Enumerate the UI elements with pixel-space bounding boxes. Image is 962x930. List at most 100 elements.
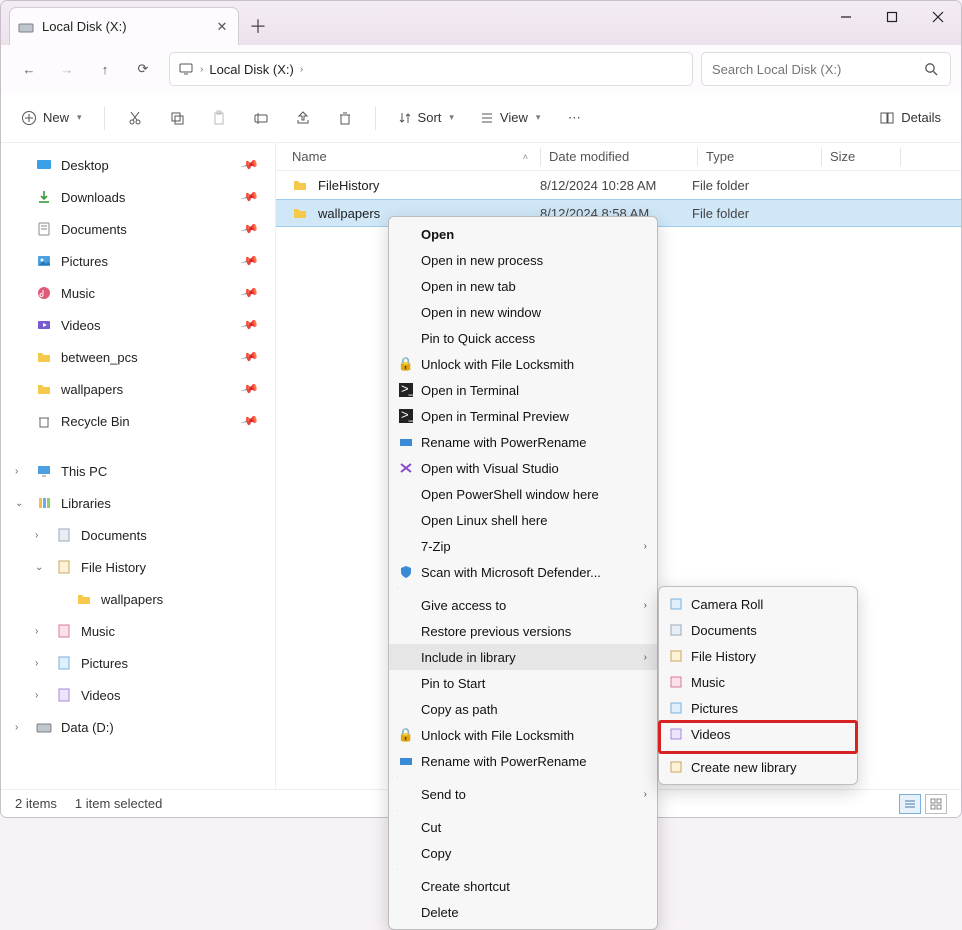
ctx-create-shortcut[interactable]: Create shortcut <box>389 873 657 899</box>
copy-button[interactable] <box>159 101 195 135</box>
column-date[interactable]: Date modified <box>549 149 697 164</box>
ctx-open-tab[interactable]: Open in new tab <box>389 273 657 299</box>
sidebar-item-libraries[interactable]: ⌄Libraries <box>1 487 275 519</box>
sidebar-item-pictures[interactable]: Pictures📌 <box>1 245 275 277</box>
close-tab-icon[interactable]: ✕ <box>214 19 230 35</box>
new-button[interactable]: New▾ <box>11 101 92 135</box>
ctx-pin-quick[interactable]: Pin to Quick access <box>389 325 657 351</box>
back-button[interactable]: ← <box>11 51 47 87</box>
ctxlib-documents[interactable]: Documents <box>659 617 857 643</box>
details-button[interactable]: Details <box>869 101 951 135</box>
ctxlib-filehistory[interactable]: File History <box>659 643 857 669</box>
ctx-open-powershell[interactable]: Open PowerShell window here <box>389 481 657 507</box>
ctx-open[interactable]: Open <box>389 221 657 247</box>
ctxlib-camera[interactable]: Camera Roll <box>659 591 857 617</box>
thumbnails-view-button[interactable] <box>925 794 947 814</box>
search-box[interactable] <box>701 52 951 86</box>
lock-icon: 🔒 <box>397 355 415 373</box>
delete-button[interactable] <box>327 101 363 135</box>
breadcrumb-segment[interactable]: Local Disk (X:) <box>209 62 294 77</box>
column-headers[interactable]: Name˄ Date modified Type Size <box>276 143 961 171</box>
sidebar-item-lib-music[interactable]: ›Music <box>1 615 275 647</box>
ctx-send-to[interactable]: Send to› <box>389 781 657 807</box>
ctxlib-videos[interactable]: Videos <box>659 721 857 747</box>
file-row[interactable]: FileHistory 8/12/2024 10:28 AM File fold… <box>276 171 961 199</box>
sidebar-item-between-pcs[interactable]: between_pcs📌 <box>1 341 275 373</box>
sidebar-item-desktop[interactable]: Desktop📌 <box>1 149 275 181</box>
forward-button[interactable]: → <box>49 51 85 87</box>
library-icon <box>667 725 685 743</box>
chevron-down-icon[interactable]: ⌄ <box>35 562 49 573</box>
paste-button[interactable] <box>201 101 237 135</box>
ctx-unlock-locksmith-2[interactable]: 🔒Unlock with File Locksmith <box>389 722 657 748</box>
ctx-unlock-locksmith[interactable]: 🔒Unlock with File Locksmith <box>389 351 657 377</box>
ctx-restore-prev[interactable]: Restore previous versions <box>389 618 657 644</box>
ctx-include-library[interactable]: Include in library› <box>389 644 657 670</box>
ctx-open-terminal-preview[interactable]: >_Open in Terminal Preview <box>389 403 657 429</box>
close-button[interactable] <box>915 1 961 33</box>
more-button[interactable]: ⋯ <box>556 101 592 135</box>
view-button[interactable]: View▾ <box>470 101 550 135</box>
rename-button[interactable] <box>243 101 279 135</box>
ctx-delete[interactable]: Delete <box>389 899 657 925</box>
ctx-rename-powerrename[interactable]: Rename with PowerRename <box>389 429 657 455</box>
new-tab-button[interactable]: ＋ <box>239 7 277 45</box>
tab-title: Local Disk (X:) <box>42 19 214 34</box>
videos-icon <box>35 316 53 334</box>
sidebar-item-documents[interactable]: Documents📌 <box>1 213 275 245</box>
folder-icon <box>292 177 312 193</box>
sidebar-item-recycle[interactable]: Recycle Bin📌 <box>1 405 275 437</box>
rename-icon <box>397 752 415 770</box>
chevron-right-icon[interactable]: › <box>35 530 49 541</box>
ctx-rename-powerrename-2[interactable]: Rename with PowerRename <box>389 748 657 774</box>
sort-button[interactable]: Sort▾ <box>388 101 464 135</box>
sidebar-item-data-d[interactable]: ›Data (D:) <box>1 711 275 743</box>
ctx-scan-defender[interactable]: Scan with Microsoft Defender... <box>389 559 657 585</box>
search-input[interactable] <box>712 62 922 77</box>
ctx-open-linux[interactable]: Open Linux shell here <box>389 507 657 533</box>
sidebar-item-lib-filehistory[interactable]: ⌄File History <box>1 551 275 583</box>
details-view-button[interactable] <box>899 794 921 814</box>
column-type[interactable]: Type <box>706 149 821 164</box>
sidebar-item-videos[interactable]: Videos📌 <box>1 309 275 341</box>
window-tab[interactable]: Local Disk (X:) ✕ <box>9 7 239 45</box>
sidebar-item-lib-pictures[interactable]: ›Pictures <box>1 647 275 679</box>
cut-button[interactable] <box>117 101 153 135</box>
library-icon <box>55 526 73 544</box>
chevron-right-icon[interactable]: › <box>15 722 29 733</box>
sidebar-item-downloads[interactable]: Downloads📌 <box>1 181 275 213</box>
up-button[interactable]: ↑ <box>87 51 123 87</box>
sidebar-item-music[interactable]: Music📌 <box>1 277 275 309</box>
ctx-open-window[interactable]: Open in new window <box>389 299 657 325</box>
ctx-pin-start[interactable]: Pin to Start <box>389 670 657 696</box>
ctx-give-access[interactable]: Give access to› <box>389 592 657 618</box>
ctx-copy-path[interactable]: Copy as path <box>389 696 657 722</box>
ctx-copy[interactable]: Copy <box>389 840 657 866</box>
chevron-right-icon[interactable]: › <box>35 690 49 701</box>
minimize-button[interactable] <box>823 1 869 33</box>
sidebar-item-lib-wallpapers[interactable]: wallpapers <box>1 583 275 615</box>
chevron-right-icon[interactable]: › <box>35 658 49 669</box>
breadcrumb[interactable]: › Local Disk (X:) › <box>169 52 693 86</box>
ctxlib-pictures[interactable]: Pictures <box>659 695 857 721</box>
ctxlib-music[interactable]: Music <box>659 669 857 695</box>
refresh-button[interactable]: ⟳ <box>125 51 161 87</box>
sidebar-item-lib-videos[interactable]: ›Videos <box>1 679 275 711</box>
chevron-right-icon[interactable]: › <box>35 626 49 637</box>
ctx-7zip[interactable]: 7-Zip› <box>389 533 657 559</box>
ctx-open-vs[interactable]: Open with Visual Studio <box>389 455 657 481</box>
column-size[interactable]: Size <box>830 149 900 164</box>
ctxlib-create-new[interactable]: Create new library <box>659 754 857 780</box>
toolbar: New▾ Sort▾ View▾ ⋯ Details <box>1 93 961 143</box>
ctx-open-process[interactable]: Open in new process <box>389 247 657 273</box>
column-name[interactable]: Name˄ <box>292 149 540 164</box>
sidebar-item-lib-documents[interactable]: ›Documents <box>1 519 275 551</box>
sidebar-item-thispc[interactable]: ›This PC <box>1 455 275 487</box>
chevron-down-icon[interactable]: ⌄ <box>15 498 29 509</box>
share-button[interactable] <box>285 101 321 135</box>
chevron-right-icon[interactable]: › <box>15 466 29 477</box>
ctx-open-terminal[interactable]: >_Open in Terminal <box>389 377 657 403</box>
library-icon <box>667 621 685 639</box>
maximize-button[interactable] <box>869 1 915 33</box>
sidebar-item-wallpapers[interactable]: wallpapers📌 <box>1 373 275 405</box>
